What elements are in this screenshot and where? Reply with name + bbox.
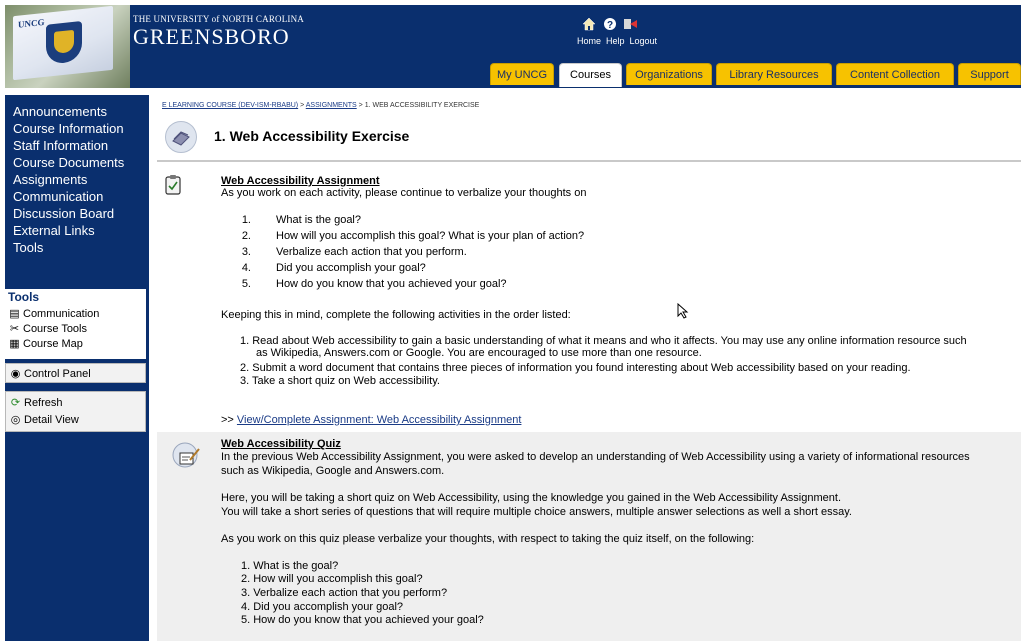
assignment-intro: As you work on each activity, please con…: [221, 187, 587, 199]
sidebar-item-discussion-board[interactable]: Discussion Board: [13, 205, 124, 222]
quiz-icon: [172, 440, 202, 470]
list-item: 2. How will you accomplish this goal? Wha…: [241, 230, 585, 242]
activity-item-1-cont: as Wikipedia, Answers.com or Google. You…: [256, 347, 702, 359]
list-item: 5. How do you know that you achieved your…: [241, 278, 507, 290]
mouse-pointer-icon: [677, 302, 689, 319]
tab-courses[interactable]: Courses: [559, 63, 622, 87]
home-link[interactable]: Home: [577, 36, 601, 46]
content-folder-icon: [165, 121, 197, 153]
sidebar-item-tools[interactable]: Tools: [13, 239, 124, 256]
view-complete-assignment-link[interactable]: View/Complete Assignment: Web Accessibil…: [237, 414, 522, 426]
tab-support[interactable]: Support: [958, 63, 1021, 85]
logout-link[interactable]: Logout: [630, 36, 658, 46]
breadcrumb-course-link[interactable]: E LEARNING COURSE (DEV-ISM-RBABU): [162, 102, 298, 109]
control-panel-label: Control Panel: [24, 368, 91, 380]
course-tools-icon: ✂: [9, 323, 20, 335]
view-options-box: ⟳ Refresh ◎ Detail View: [5, 391, 146, 432]
breadcrumb-separator: >: [358, 102, 363, 109]
list-item: 4. Did you accomplish your goal?: [241, 262, 426, 274]
university-name-line2: GREENSBORO: [133, 24, 290, 49]
quiz-text-line2: such as Wikipedia, Google and Answers.co…: [221, 465, 445, 477]
help-icon[interactable]: ?: [602, 17, 618, 33]
activity-item-2: 2. Submit a word document that contains …: [240, 362, 911, 374]
quiz-question-1: 1. What is the goal?: [241, 560, 339, 572]
activity-item-3: 3. Take a short quiz on Web accessibilit…: [240, 375, 440, 387]
list-item: 3. Verbalize each action that you perform…: [241, 246, 467, 258]
quiz-para2-line1: Here, you will be taking a short quiz on…: [221, 492, 842, 504]
course-sidebar: Announcements Course Information Staff I…: [5, 95, 149, 641]
quiz-text-line1: In the previous Web Accessibility Assign…: [221, 451, 970, 463]
tab-content-collection[interactable]: Content Collection: [836, 63, 954, 85]
activity-item-1: 1. Read about Web accessibility to gain …: [240, 335, 967, 347]
sidebar-item-communication[interactable]: Communication: [13, 188, 124, 205]
help-link[interactable]: Help: [606, 36, 625, 46]
tools-box-title: Tools: [8, 290, 40, 304]
refresh-label: Refresh: [24, 397, 63, 409]
course-menu: Announcements Course Information Staff I…: [13, 103, 124, 256]
detail-view-label: Detail View: [24, 414, 79, 426]
quiz-question-5: 5. How do you know that you achieved you…: [241, 614, 484, 626]
tools-communication-link[interactable]: ▤ Communication: [8, 307, 99, 320]
assignment-title[interactable]: Web Accessibility Assignment: [221, 175, 380, 187]
sidebar-item-staff-information[interactable]: Staff Information: [13, 137, 124, 154]
link-prefix: >>: [221, 414, 234, 426]
page-title: 1. Web Accessibility Exercise: [214, 128, 410, 144]
refresh-link[interactable]: ⟳ Refresh: [9, 396, 63, 409]
tab-library-resources[interactable]: Library Resources: [716, 63, 832, 85]
breadcrumb-current: 1. WEB ACCESSIBILITY EXERCISE: [364, 102, 480, 109]
detail-view-link[interactable]: ◎ Detail View: [9, 413, 79, 426]
course-map-icon: ▦: [9, 338, 20, 350]
assignment-icon: [164, 174, 182, 196]
sidebar-item-course-information[interactable]: Course Information: [13, 120, 124, 137]
tools-course-map-link[interactable]: ▦ Course Map: [8, 337, 83, 350]
control-panel-icon: ◉: [10, 368, 21, 380]
quiz-para2-line2: You will take a short series of question…: [221, 506, 852, 518]
assignment-keeping-text: Keeping this in mind, complete the follo…: [221, 309, 571, 321]
assignment-questions: 1. What is the goal? 2. How will you accom…: [239, 214, 939, 294]
top-links: Home Help Logout: [577, 36, 662, 46]
communication-icon: ▤: [9, 308, 20, 320]
tab-my-uncg[interactable]: My UNCG: [490, 63, 554, 85]
quiz-title[interactable]: Web Accessibility Quiz: [221, 438, 341, 450]
breadcrumb-assignments-link[interactable]: ASSIGNMENTS: [306, 102, 357, 109]
logout-icon[interactable]: [622, 17, 638, 33]
list-item: 1. What is the goal?: [241, 214, 361, 226]
shield-icon: [46, 21, 82, 65]
tools-communication-label: Communication: [23, 308, 100, 320]
sidebar-item-external-links[interactable]: External Links: [13, 222, 124, 239]
tools-course-tools-link[interactable]: ✂ Course Tools: [8, 322, 87, 335]
quiz-question-4: 4. Did you accomplish your goal?: [241, 601, 404, 613]
refresh-icon: ⟳: [10, 397, 21, 409]
quiz-para3: As you work on this quiz please verbaliz…: [221, 533, 755, 545]
breadcrumb-separator: >: [300, 102, 305, 109]
sidebar-item-course-documents[interactable]: Course Documents: [13, 154, 124, 171]
logo-tag: UNCG: [18, 16, 45, 30]
sidebar-item-assignments[interactable]: Assignments: [13, 171, 124, 188]
site-header: UNCG THE UNIVERSITY of NORTH CAROLINA GR…: [5, 5, 1021, 88]
uncg-flag-logo[interactable]: UNCG: [5, 5, 130, 88]
quiz-question-3: 3. Verbalize each action that you perfor…: [241, 587, 448, 599]
title-divider: [157, 160, 1021, 162]
flag-image: UNCG: [13, 5, 113, 81]
sidebar-item-announcements[interactable]: Announcements: [13, 103, 124, 120]
svg-text:?: ?: [607, 20, 613, 31]
tools-course-map-label: Course Map: [23, 338, 83, 350]
tools-box: Tools ▤ Communication ✂ Course Tools ▦ Cour…: [5, 289, 146, 359]
detail-view-icon: ◎: [10, 414, 21, 426]
tab-organizations[interactable]: Organizations: [626, 63, 712, 85]
home-icon[interactable]: [581, 17, 597, 33]
university-name-line1: THE UNIVERSITY of NORTH CAROLINA: [133, 14, 305, 24]
quiz-question-2: 2. How will you accomplish this goal?: [241, 573, 423, 585]
control-panel-link[interactable]: ◉ Control Panel: [9, 367, 91, 380]
control-panel-box: ◉ Control Panel: [5, 363, 146, 383]
tools-course-tools-label: Course Tools: [23, 323, 87, 335]
breadcrumb: E LEARNING COURSE (DEV-ISM-RBABU) > ASSI…: [162, 102, 479, 109]
view-assignment-link-row: >> View/Complete Assignment: Web Accessi…: [221, 414, 521, 426]
